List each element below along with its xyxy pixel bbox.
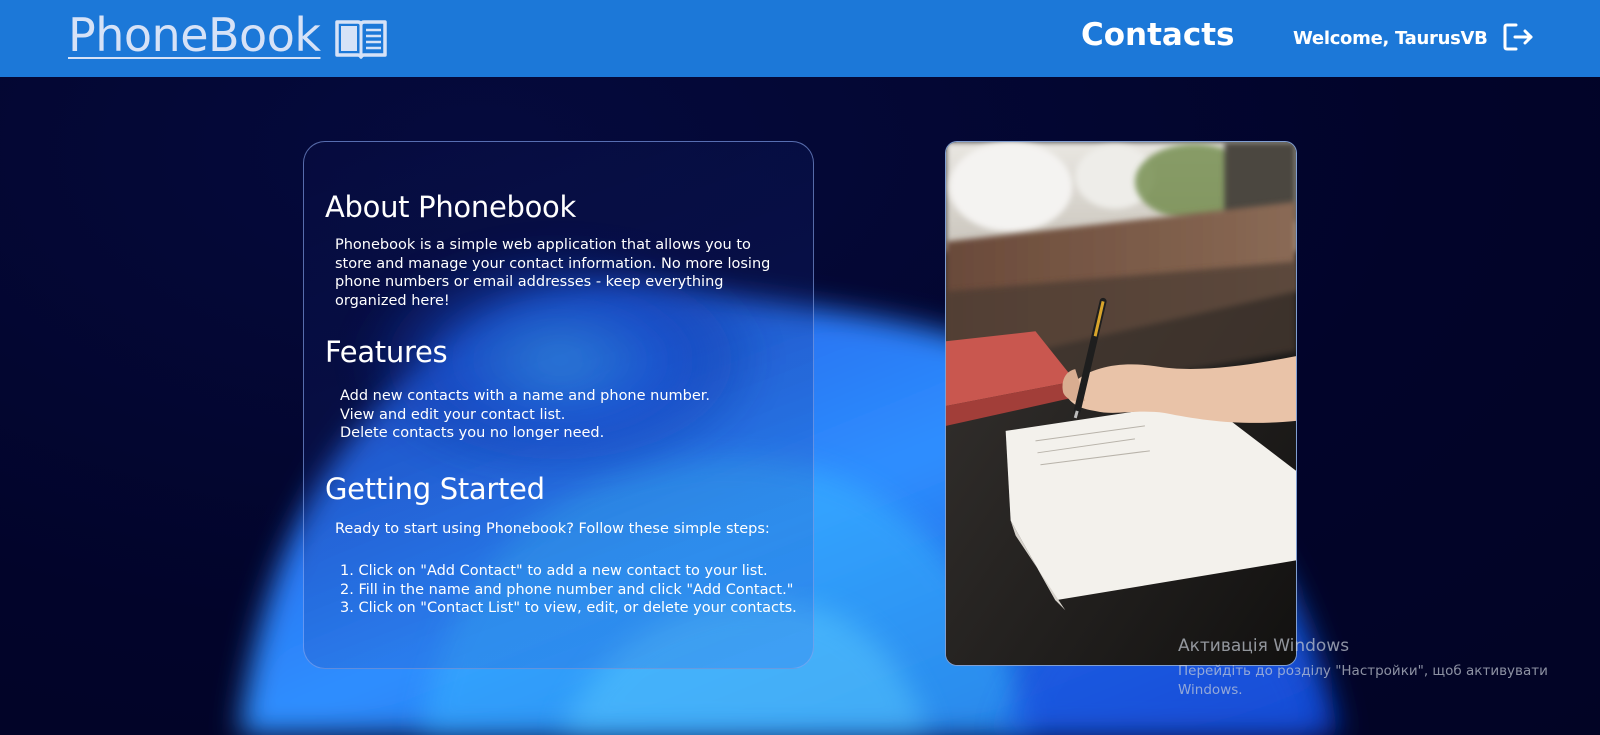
steps-list: 1. Click on "Add Contact" to add a new c… (340, 562, 797, 618)
getting-started-heading: Getting Started (325, 472, 545, 506)
features-list: Add new contacts with a name and phone n… (340, 387, 710, 443)
feature-item: View and edit your contact list. (340, 406, 566, 423)
step-item: 3. Click on "Contact List" to view, edit… (340, 600, 797, 616)
open-book-icon (335, 20, 387, 59)
about-heading: About Phonebook (325, 190, 576, 224)
feature-item: Delete contacts you no longer need. (340, 425, 605, 441)
step-item: 1. Click on "Add Contact" to add a new c… (340, 563, 768, 579)
feature-item: Add new contacts with a name and phone n… (340, 388, 711, 404)
about-card: About Phonebook Phonebook is a simple we… (303, 141, 814, 669)
writing-hand-photo (945, 141, 1297, 666)
watermark-line: Windows. (1178, 682, 1243, 698)
about-paragraph: Phonebook is a simple web application th… (335, 236, 775, 310)
features-heading: Features (325, 335, 448, 369)
about-line: phone numbers or email addresses - keep … (335, 274, 724, 290)
about-line: Phonebook is a simple web application th… (335, 237, 751, 253)
windows-activation-watermark: Активація Windows Перейдіть до розділу "… (1178, 636, 1558, 700)
getting-started-intro: Ready to start using Phonebook? Follow t… (335, 521, 770, 537)
top-navbar: PhoneBook Contacts Welcome, TaurusVB (0, 0, 1600, 77)
logo-link[interactable]: PhoneBook (68, 8, 321, 62)
watermark-line: Перейдіть до розділу "Настройки", щоб ак… (1178, 663, 1548, 679)
logout-icon[interactable] (1502, 22, 1536, 52)
about-line: organized here! (335, 292, 450, 309)
nav-contacts-link[interactable]: Contacts (1081, 17, 1235, 53)
about-line: store and manage your contact informatio… (335, 255, 771, 272)
welcome-text: Welcome, TaurusVB (1293, 28, 1488, 49)
watermark-title: Активація Windows (1178, 636, 1350, 656)
step-item: 2. Fill in the name and phone number and… (340, 581, 794, 598)
